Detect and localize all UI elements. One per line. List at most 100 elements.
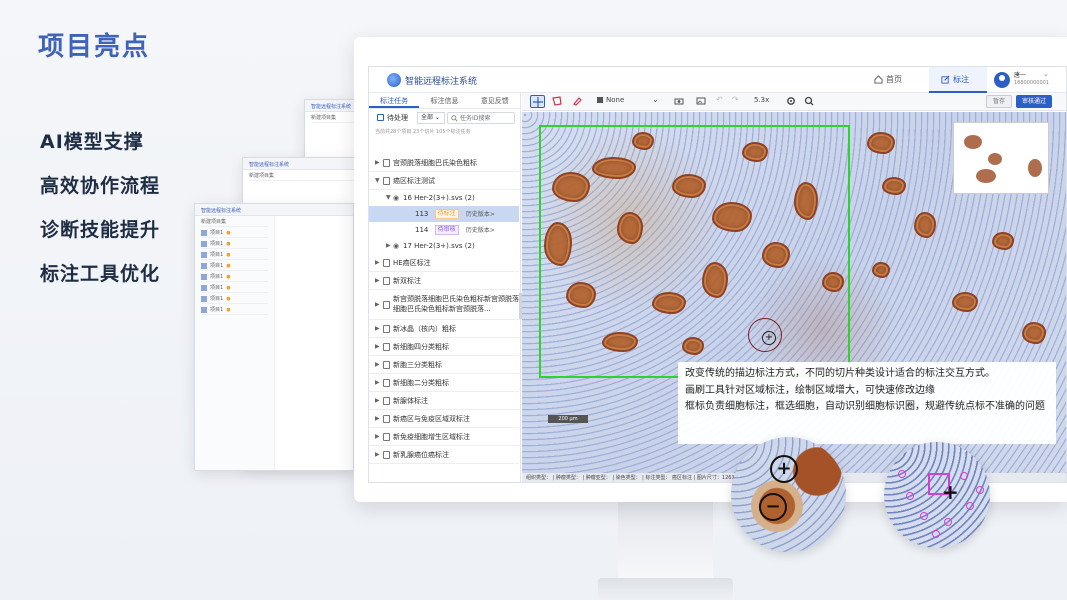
feature-annotation-tools: 标注工具优化 — [40, 263, 161, 285]
bg-window-title: 智能远程标注系统 — [243, 158, 363, 170]
tree-item[interactable]: ▶ 新细胞二分类粗标 — [369, 374, 519, 392]
box-tool-closeup: + — [884, 442, 990, 548]
folder-icon — [383, 177, 390, 185]
chevron-down-icon[interactable]: ⌄ — [652, 95, 659, 104]
app-title: 智能远程标注系统 — [405, 77, 478, 87]
bg-row: 项目1 ● — [201, 284, 268, 293]
tumor-region — [872, 262, 890, 278]
tumor-region — [882, 177, 906, 195]
task-row-selected[interactable]: 113 待标注 历史版本> — [369, 206, 519, 222]
bg-row: 项目1 ● — [201, 306, 268, 315]
redo-button[interactable]: ↷ — [732, 95, 747, 108]
folder-icon — [383, 415, 390, 423]
tumor-region — [992, 232, 1014, 250]
tree-item[interactable]: ▶ 新细胞四分类粗标 — [369, 338, 519, 356]
crosshair-icon: + — [942, 480, 959, 504]
tumor-region — [867, 132, 895, 154]
screenshot-button[interactable] — [672, 95, 687, 108]
tumor-region — [1022, 322, 1046, 344]
gear-icon — [787, 97, 795, 105]
bg-row: 项目1 ● — [201, 262, 268, 271]
monitor-frame: 智能远程标注系统 首页 标注 唐一 18800000001 ⌄ 标注任务 标注信… — [354, 37, 1067, 502]
tree-item[interactable]: ▶ 新乳腺癌位癌标注 — [369, 446, 519, 464]
polygon-icon — [552, 96, 562, 106]
slide-viewer[interactable]: + 200 μm 改变传统的描边标注方式，不同的切片种类设计适合的标注交互方式。… — [522, 112, 1066, 473]
tree-item[interactable]: ▶ 新免疫细胞增生区域标注 — [369, 428, 519, 446]
folder-icon — [383, 325, 390, 333]
feature-collaboration: 高效协作流程 — [40, 175, 161, 197]
search-icon — [451, 115, 458, 122]
nav-annotate[interactable]: 标注 — [929, 67, 987, 93]
move-tool-button[interactable] — [530, 95, 545, 108]
task-search[interactable] — [447, 112, 515, 124]
eraser-icon — [573, 97, 582, 106]
background-screenshot-1: 智能远程标注系统 新建项目集 项目1 ● 项目1 ● 项目1 ● 项目1 ● 项目1 ● … — [194, 203, 354, 471]
status-select[interactable]: 全部 ⌄ — [417, 112, 445, 124]
eraser-tool-button[interactable] — [570, 95, 585, 108]
history-link[interactable]: 历史版本> — [466, 211, 495, 218]
status-badge: 待审核 — [434, 225, 459, 235]
brush-tool-closeup: + − — [731, 437, 846, 552]
folder-icon — [383, 379, 390, 387]
tree-item[interactable]: ▶ 新癌区与免疫区域双标注 — [369, 410, 519, 428]
approve-button[interactable]: 审核通过 — [1016, 95, 1052, 108]
folder-icon — [383, 301, 390, 309]
bg-row: 项目1 ● — [201, 273, 268, 282]
save-draft-button[interactable]: 暂存 — [986, 95, 1012, 108]
callout-line: 框标负责细胞标注，框选细胞，自动识别细胞标识圈，规避传统点标不准确的问题 — [685, 401, 1045, 412]
color-select[interactable]: None — [597, 96, 624, 104]
bg-row: 项目1 ● — [201, 251, 268, 260]
app-logo-icon — [387, 73, 401, 87]
eye-icon[interactable]: ◉ — [393, 238, 399, 254]
tab-feedback[interactable]: 意见反馈 — [470, 93, 520, 108]
folder-icon — [383, 433, 390, 441]
tree-item[interactable]: ▶ 新冰晶（核内）粗标 — [369, 320, 519, 338]
task-count: 当前共28个项目 23个切片 105个标注任务 — [375, 129, 471, 135]
tree-item[interactable]: ▶ 新宫颈脱落细胞巴氏染色粗标新宫颈脱落细胞巴氏染色粗标新宫颈脱落... — [369, 290, 519, 320]
pending-checkbox[interactable] — [377, 114, 384, 121]
edit-icon — [941, 75, 950, 84]
search-input[interactable] — [460, 114, 514, 123]
user-phone: 18800000001 — [1014, 80, 1049, 86]
nav-home[interactable]: 首页 — [874, 67, 902, 93]
folder-icon — [383, 343, 390, 351]
chevron-down-icon[interactable]: ⌄ — [1043, 70, 1049, 78]
user-avatar[interactable] — [994, 72, 1010, 88]
tab-annotation-info[interactable]: 标注信息 — [419, 93, 469, 108]
monitor-stand — [618, 502, 713, 580]
bg-row: 项目1 ● — [201, 240, 268, 249]
history-link[interactable]: 历史版本> — [466, 227, 495, 234]
tree-item[interactable]: ▶ 新腺体标注 — [369, 392, 519, 410]
slide-minimap[interactable] — [953, 122, 1049, 194]
monitor-base — [598, 578, 733, 600]
undo-button[interactable]: ↶ — [716, 95, 731, 108]
bg-row: 新建项目集 — [311, 114, 357, 123]
callout-line: 画刷工具针对区域标注，绘制区域增大，可快速修改边缘 — [685, 384, 935, 396]
tree-item[interactable]: ▶ 新胞三分类粗标 — [369, 356, 519, 374]
folder-icon — [383, 397, 390, 405]
task-row[interactable]: 114 待审核 历史版本> — [369, 222, 519, 238]
zoom-button[interactable] — [802, 95, 817, 108]
tree-item-expanded[interactable]: ▼ 癌区标注测试 — [369, 172, 519, 190]
tumor-region — [914, 212, 936, 238]
feature-ai-model: AI模型支撑 — [40, 131, 144, 153]
bg-row: 项目1 ● — [201, 295, 268, 304]
polygon-tool-button[interactable] — [550, 95, 565, 108]
tree-item[interactable]: ▶ 宫颈脱落细胞巴氏染色粗标 — [369, 154, 519, 172]
roi-rectangle[interactable] — [539, 125, 850, 378]
tree-item[interactable]: ▶ HE癌区标注 — [369, 254, 519, 272]
tab-annotation-tasks[interactable]: 标注任务 — [369, 93, 420, 108]
task-panel: 标注任务 标注信息 意见反馈 待处理 全部 ⌄ 当前共28个项目 23个切片 1… — [369, 93, 524, 482]
tree-item[interactable]: ▶ 新双标注 — [369, 272, 519, 290]
eye-icon[interactable]: ◉ — [393, 190, 399, 206]
folder-icon — [383, 277, 390, 285]
settings-button[interactable] — [784, 95, 799, 108]
image-button[interactable] — [694, 95, 709, 108]
bg-row: 项目1 ● — [201, 229, 268, 238]
slide-item[interactable]: ▼ ◉ 16 Her-2(3+).svs (2) — [369, 190, 519, 206]
task-tree: ▶ 宫颈脱落细胞巴氏染色粗标 ▼ 癌区标注测试 ▼ ◉ 16 Her-2(3+).svs… — [369, 154, 519, 482]
status-badge: 待标注 — [434, 209, 459, 219]
bg-row: 新建项目集 — [201, 218, 268, 227]
folder-icon — [383, 451, 390, 459]
slide-item[interactable]: ▶ ◉ 17 Her-2(3+).svs (2) — [369, 238, 519, 254]
